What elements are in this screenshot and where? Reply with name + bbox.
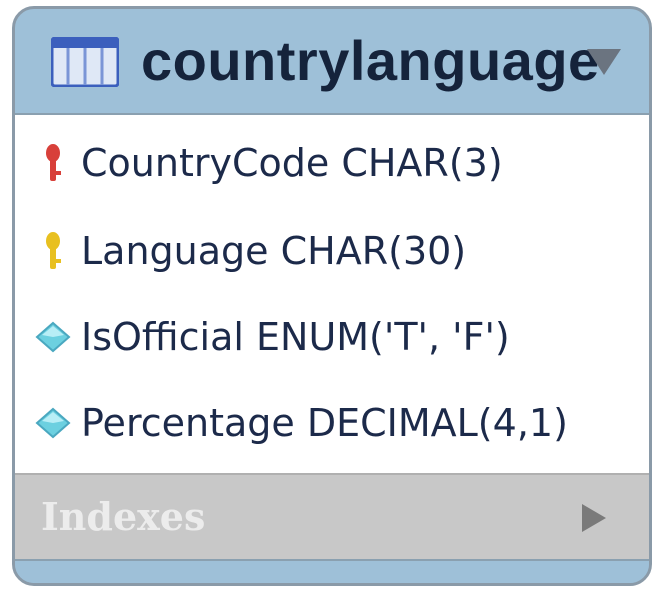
indexes-section[interactable]: Indexes xyxy=(15,473,649,561)
diamond-icon xyxy=(35,321,71,353)
column-row-isofficial[interactable]: IsOfficial ENUM('T', 'F') xyxy=(15,295,649,379)
expand-triangle-icon[interactable] xyxy=(579,501,609,535)
column-row-countrycode[interactable]: CountryCode CHAR(3) xyxy=(15,121,649,205)
table-icon xyxy=(51,37,119,87)
column-row-language[interactable]: Language CHAR(30) xyxy=(15,209,649,293)
indexes-label: Indexes xyxy=(41,494,206,539)
primary-key-icon xyxy=(46,144,61,181)
column-label: CountryCode CHAR(3) xyxy=(81,141,503,185)
column-label: Language CHAR(30) xyxy=(81,229,467,273)
table-footer xyxy=(15,559,649,583)
collapse-triangle-icon[interactable] xyxy=(585,47,623,77)
diamond-icon xyxy=(35,407,71,439)
column-label: Percentage DECIMAL(4,1) xyxy=(81,401,568,445)
table-title: countrylanguage xyxy=(141,29,600,92)
table-header[interactable]: countrylanguage xyxy=(15,9,649,113)
column-list: CountryCode CHAR(3) Language CHAR(30) Is… xyxy=(15,113,649,475)
column-label: IsOfficial ENUM('T', 'F') xyxy=(81,315,510,359)
table-card-countrylanguage[interactable]: countrylanguage CountryCode CHAR(3) Lang… xyxy=(12,6,652,586)
key-icon xyxy=(46,232,61,269)
column-row-percentage[interactable]: Percentage DECIMAL(4,1) xyxy=(15,381,649,465)
